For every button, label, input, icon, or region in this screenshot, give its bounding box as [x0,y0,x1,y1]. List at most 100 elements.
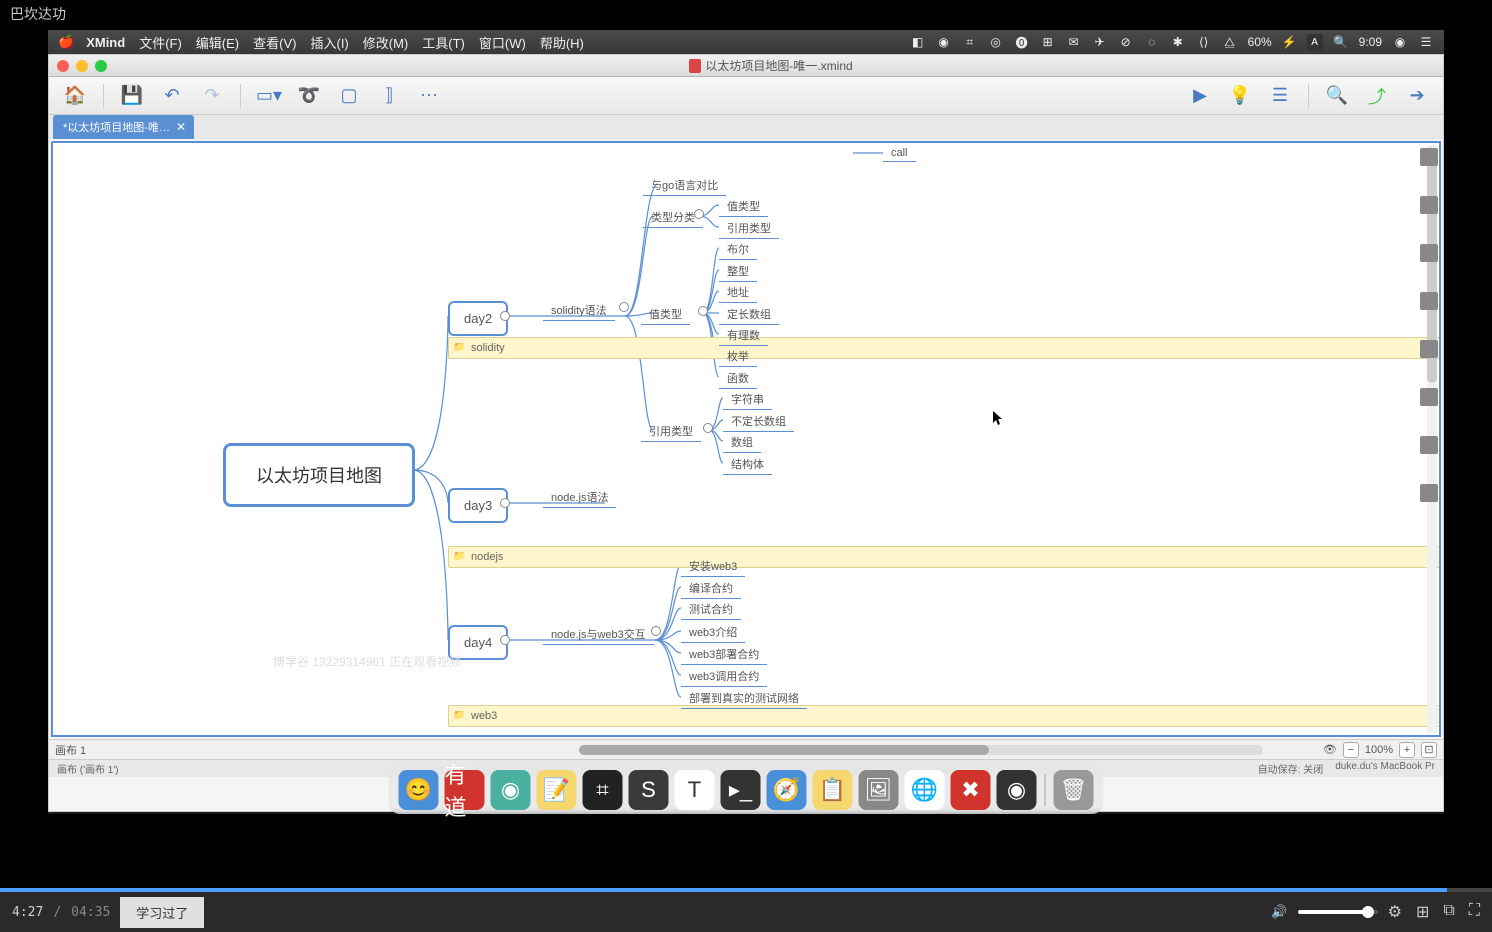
connector-icon[interactable] [500,311,510,321]
node-d4-0[interactable]: 安装web3 [681,556,745,577]
siri-icon[interactable]: ◉ [1392,34,1408,50]
save-button[interactable]: 💾 [116,82,148,110]
panel-icon-3[interactable] [1420,244,1438,262]
status-icon-6[interactable]: ⊞ [1040,34,1056,50]
panel-icon-5[interactable] [1420,340,1438,358]
connector-icon[interactable] [619,302,629,312]
node-value-type[interactable]: 值类型 [641,304,690,325]
window-titlebar[interactable]: 以太坊项目地图-唯一.xmind [49,55,1443,77]
central-topic[interactable]: 以太坊项目地图 [223,443,415,507]
node-rt-1[interactable]: 不定长数组 [723,411,794,432]
connector-icon[interactable] [500,635,510,645]
horizontal-scrollbar[interactable] [579,745,1263,755]
menu-edit[interactable]: 编辑(E) [196,33,239,52]
dock-text-icon[interactable]: T [675,770,715,810]
node-rt-0[interactable]: 字符串 [723,389,772,410]
apple-menu-icon[interactable]: 🍎 [58,34,74,50]
window-close-button[interactable] [57,60,69,72]
panel-icon-8[interactable] [1420,484,1438,502]
node-solidity-syntax[interactable]: solidity语法 [543,300,615,321]
more-button[interactable]: ⋯ [413,82,445,110]
node-rt-2[interactable]: 数组 [723,432,761,453]
status-icon-7[interactable]: ✉ [1066,34,1082,50]
node-d4-6[interactable]: 部署到真实的测试网络 [681,688,807,709]
dock-sublime-icon[interactable]: S [629,770,669,810]
connector-icon[interactable] [500,498,510,508]
volume-slider[interactable] [1298,910,1378,914]
menu-view[interactable]: 查看(V) [253,33,296,52]
redo-button[interactable]: ↷ [196,82,228,110]
dock-app-icon[interactable]: ◉ [491,770,531,810]
input-icon[interactable]: A [1307,34,1323,50]
zoom-out-button[interactable]: − [1343,742,1359,758]
canvas-area[interactable]: 以太坊项目地图 call day2 solidity solidity语法 与g… [51,141,1441,737]
connector-icon[interactable] [651,626,661,636]
fullscreen-icon[interactable]: ⛶ [1469,902,1480,922]
node-d4-5[interactable]: web3调用合约 [681,666,767,687]
node-rt-3[interactable]: 结构体 [723,454,772,475]
captions-icon[interactable]: ⊞ [1416,902,1429,922]
code-icon[interactable]: ⟨⟩ [1196,34,1212,50]
node-call[interactable]: call [883,145,916,162]
dock-xmind-icon[interactable]: ✖ [951,770,991,810]
node-nodejs-web3[interactable]: node.js与web3交互 [543,624,654,645]
zoom-in-button[interactable]: + [1399,742,1415,758]
tag-day3[interactable]: nodejs [448,546,1441,568]
boundary-button[interactable]: ▢ [333,82,365,110]
dock-safari-icon[interactable]: 🧭 [767,770,807,810]
sheet-label[interactable]: 画布 1 [55,742,86,758]
tag-day2[interactable]: solidity [448,337,1441,359]
notification-icon[interactable]: ☰ [1418,34,1434,50]
idea-button[interactable]: 💡 [1224,82,1256,110]
dock-stickies-icon[interactable]: 📋 [813,770,853,810]
panel-icon-6[interactable] [1420,388,1438,406]
menu-tools[interactable]: 工具(T) [422,33,465,52]
window-minimize-button[interactable] [76,60,88,72]
status-icon-2[interactable]: ◉ [936,34,952,50]
node-vt-5[interactable]: 枚举 [719,346,757,367]
app-name[interactable]: XMind [86,35,125,50]
clock[interactable]: 9:09 [1359,35,1382,49]
panel-icon-7[interactable] [1420,436,1438,454]
node-vt-0[interactable]: 布尔 [719,239,757,260]
node-vt-3[interactable]: 定长数组 [719,304,779,325]
relationship-button[interactable]: ➰ [293,82,325,110]
dock-chrome-icon[interactable]: 🌐 [905,770,945,810]
status-icon-10[interactable]: ◌ [1144,34,1160,50]
dock-preview-icon[interactable]: 🖼 [859,770,899,810]
node-vt-2[interactable]: 地址 [719,282,757,303]
search-button[interactable]: 🔍 [1321,82,1353,110]
node-tc-1[interactable]: 引用类型 [719,218,779,239]
quality-icon[interactable]: ⚙ [1388,902,1402,922]
node-d4-1[interactable]: 编译合约 [681,578,741,599]
dock-trash-icon[interactable]: 🗑 [1054,770,1094,810]
zoom-fit-button[interactable]: ⊡ [1421,742,1437,758]
node-day2[interactable]: day2 [448,301,508,336]
learned-button[interactable]: 学习过了 [120,897,204,928]
presentation-button[interactable]: ▶ [1184,82,1216,110]
connector-icon[interactable] [694,209,704,219]
bluetooth-icon[interactable]: ✱ [1170,34,1186,50]
volume-icon[interactable]: 🔊 [1271,904,1287,920]
menu-file[interactable]: 文件(F) [139,33,182,52]
node-vt-1[interactable]: 整型 [719,261,757,282]
node-vt-4[interactable]: 有理数 [719,325,768,346]
status-icon-9[interactable]: ⊘ [1118,34,1134,50]
node-d4-4[interactable]: web3部署合约 [681,644,767,665]
connector-icon[interactable] [698,306,708,316]
home-button[interactable]: 🏠 [59,82,91,110]
tab-close-icon[interactable]: ✕ [176,120,186,134]
status-icon-4[interactable]: ◎ [988,34,1004,50]
node-nodejs-syntax[interactable]: node.js语法 [543,487,616,508]
node-vt-6[interactable]: 函数 [719,368,757,389]
node-go-compare[interactable]: 与go语言对比 [643,175,726,196]
status-icon-8[interactable]: ✈ [1092,34,1108,50]
menu-window[interactable]: 窗口(W) [479,33,526,52]
dock-terminal-icon[interactable]: ⌗ [583,770,623,810]
panel-icon-1[interactable] [1420,148,1438,166]
dock-notes-icon[interactable]: 📝 [537,770,577,810]
dock-iterm-icon[interactable]: ▸_ [721,770,761,810]
panel-icon-2[interactable] [1420,196,1438,214]
window-maximize-button[interactable] [95,60,107,72]
menu-insert[interactable]: 插入(I) [310,33,348,52]
